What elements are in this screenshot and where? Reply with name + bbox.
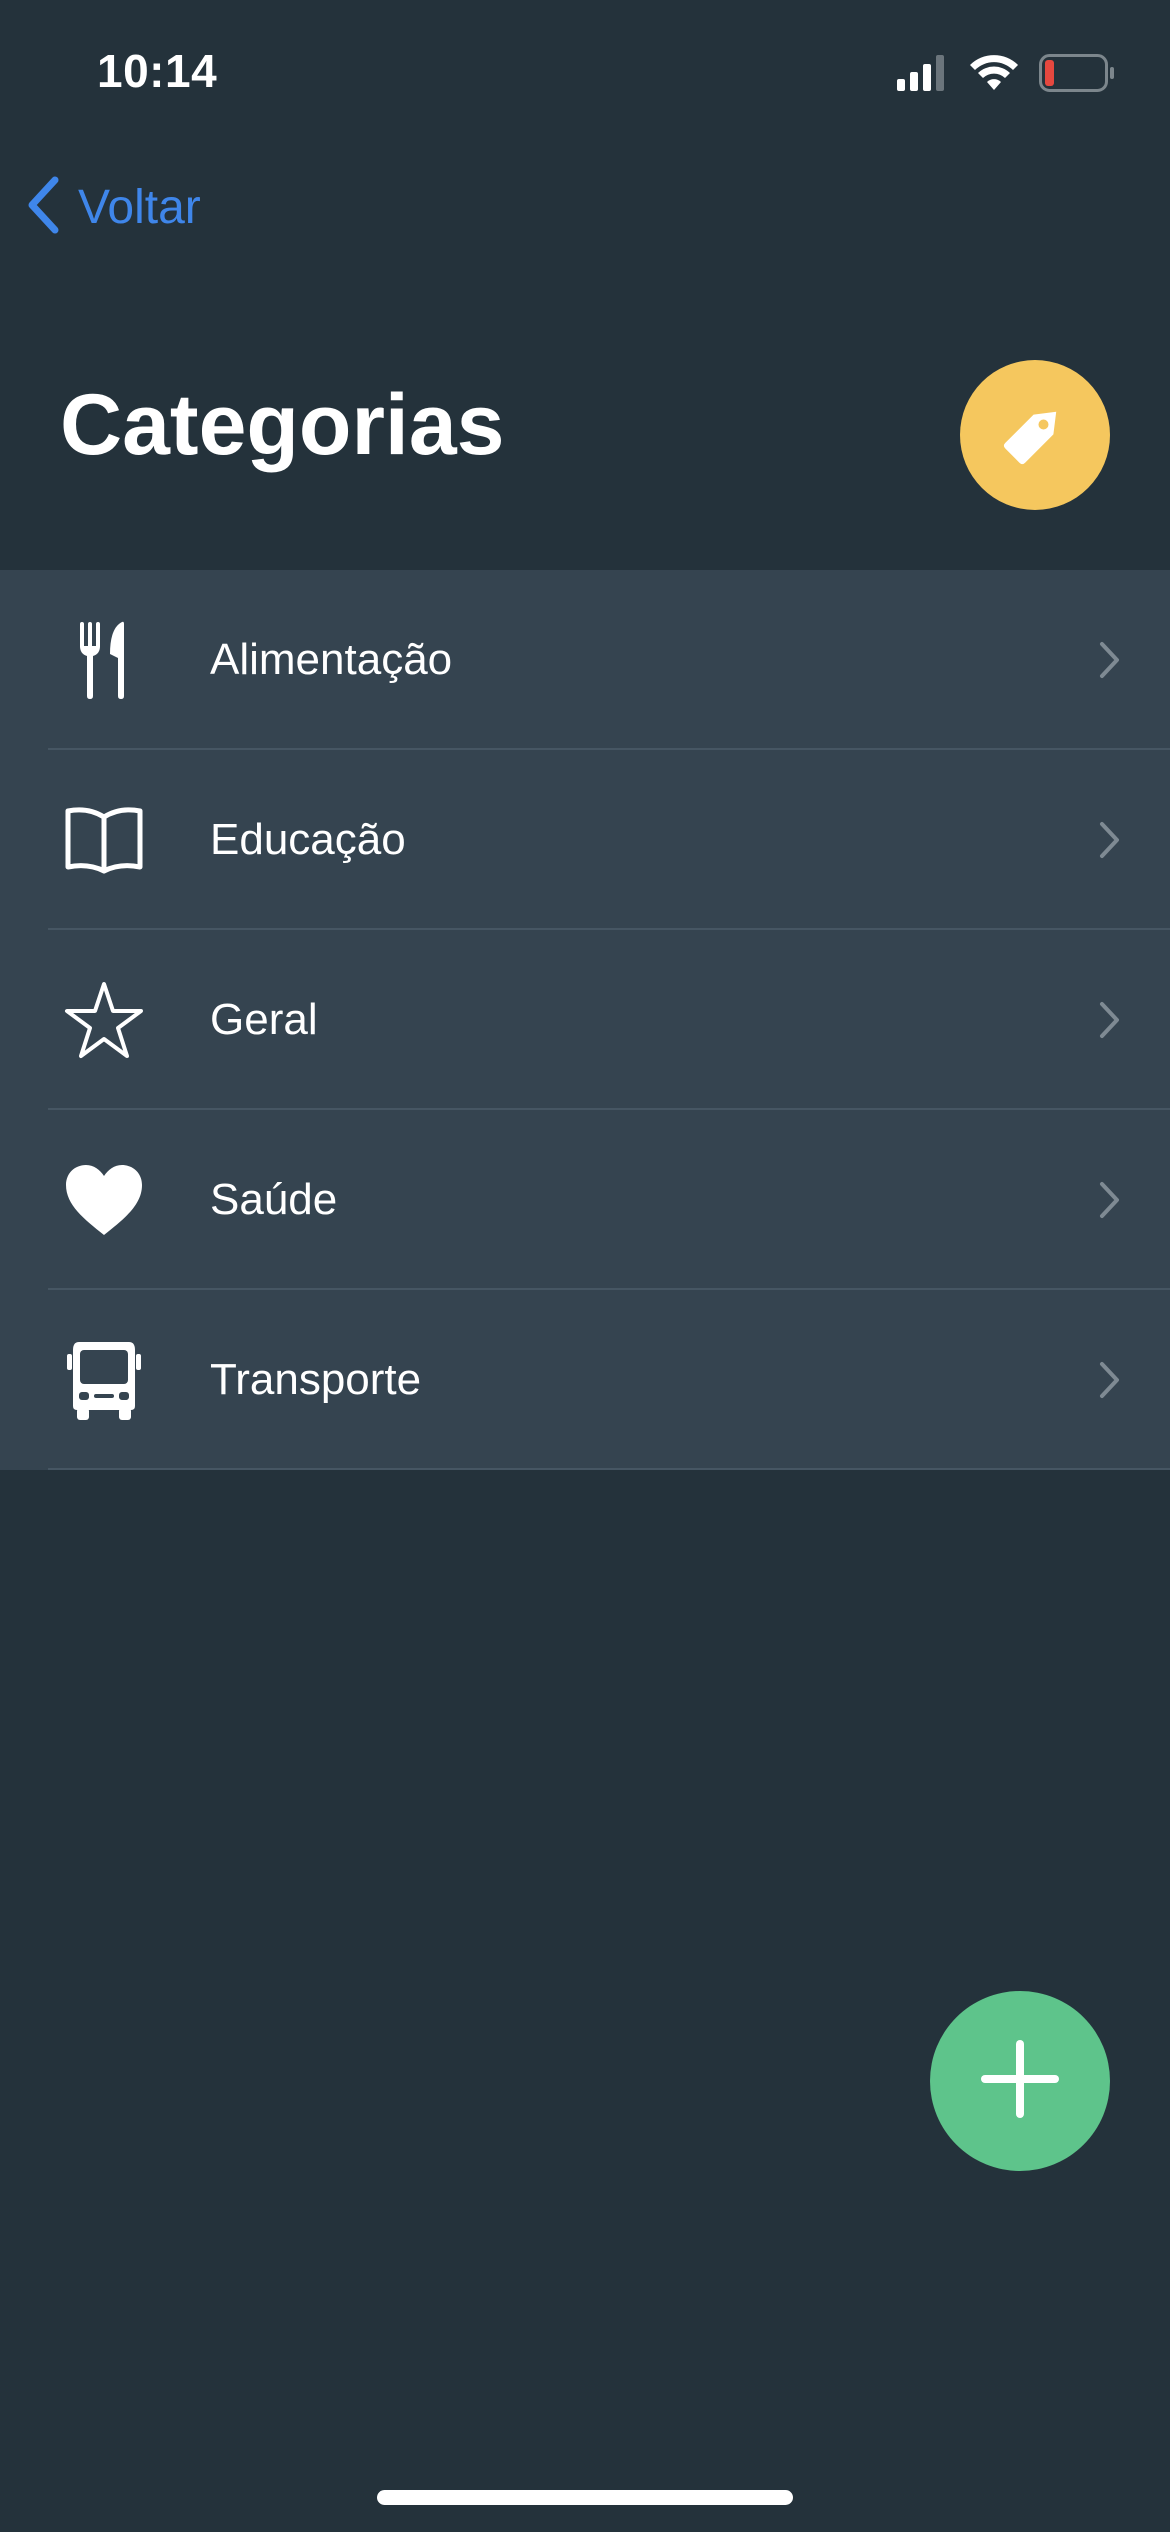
status-bar: 10:14 [0, 0, 1170, 140]
categories-screen: 10:14 Voltar Categorias Alimentação Educ… [0, 0, 1170, 2532]
list-item-geral[interactable]: Geral [0, 930, 1170, 1110]
chevron-right-icon [1098, 1000, 1122, 1040]
list-item-educacao[interactable]: Educação [0, 750, 1170, 930]
list-item-label: Educação [210, 815, 406, 864]
back-label: Voltar [78, 180, 201, 234]
list-item-label: Transporte [210, 1355, 422, 1404]
tag-button[interactable] [960, 360, 1110, 510]
plus-icon [973, 2032, 1067, 2131]
chevron-right-icon [1098, 820, 1122, 860]
chevron-right-icon [1098, 640, 1122, 680]
heart-icon [64, 1160, 144, 1240]
page-title: Categorias [60, 377, 505, 473]
category-list: Alimentação Educação Geral Saúde Transpo… [0, 570, 1170, 1470]
wifi-icon [969, 54, 1019, 97]
status-icons [897, 50, 1115, 100]
star-icon [64, 980, 144, 1060]
chevron-left-icon [26, 176, 60, 239]
chevron-right-icon [1098, 1360, 1122, 1400]
battery-low-icon [1039, 53, 1115, 97]
list-item-label: Saúde [210, 1175, 338, 1224]
list-item-alimentacao[interactable]: Alimentação [0, 570, 1170, 750]
list-item-transporte[interactable]: Transporte [0, 1290, 1170, 1470]
back-button[interactable]: Voltar [26, 172, 201, 242]
fork-knife-icon [64, 620, 144, 700]
chevron-right-icon [1098, 1180, 1122, 1220]
tag-icon [995, 393, 1075, 478]
home-indicator[interactable] [377, 2490, 793, 2505]
list-item-saude[interactable]: Saúde [0, 1110, 1170, 1290]
bus-icon [64, 1340, 144, 1420]
book-icon [64, 800, 144, 880]
add-category-button[interactable] [930, 1991, 1110, 2171]
list-item-label: Alimentação [210, 635, 453, 684]
list-item-label: Geral [210, 995, 318, 1044]
cellular-signal-icon [897, 54, 949, 96]
status-time: 10:14 [97, 45, 218, 97]
